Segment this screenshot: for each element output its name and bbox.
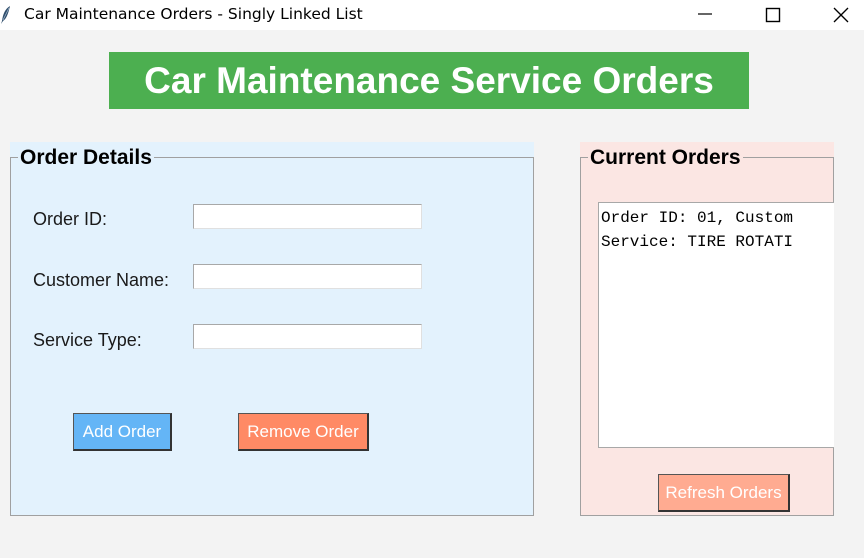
service-type-input[interactable]: [193, 324, 422, 349]
order-id-label: Order ID:: [33, 209, 108, 229]
close-button[interactable]: [818, 0, 864, 30]
current-orders-panel: Current Orders Order ID: 01, Custom Servi…: [580, 142, 834, 516]
order-line: Service: TIRE ROTATI: [601, 233, 794, 251]
window-title: Car Maintenance Orders - Singly Linked L…: [24, 5, 363, 23]
remove-order-button[interactable]: Remove Order: [238, 413, 369, 451]
feather-icon: [0, 5, 14, 25]
order-line: Order ID: 01, Custom: [601, 209, 794, 227]
minimize-icon: [698, 13, 712, 15]
customer-name-input[interactable]: [193, 264, 422, 289]
refresh-orders-button[interactable]: Refresh Orders: [658, 474, 790, 512]
order-details-panel: Order Details Order ID: Customer Name: S…: [10, 142, 534, 516]
maximize-button[interactable]: [750, 0, 796, 30]
order-details-legend: Order Details: [18, 146, 154, 170]
maximize-icon: [765, 7, 781, 23]
window-content: Car Maintenance Service Orders Order Det…: [0, 30, 864, 558]
minimize-button[interactable]: [682, 0, 728, 30]
add-order-button[interactable]: Add Order: [73, 413, 172, 451]
customer-name-label: Customer Name:: [33, 270, 170, 290]
service-type-label: Service Type:: [33, 330, 142, 350]
close-icon: [833, 7, 849, 23]
current-orders-legend: Current Orders: [588, 146, 743, 170]
page-title-banner: Car Maintenance Service Orders: [109, 52, 749, 109]
orders-text-area[interactable]: Order ID: 01, Custom Service: TIRE ROTATI: [598, 202, 834, 448]
order-id-input[interactable]: [193, 204, 422, 229]
title-bar: Car Maintenance Orders - Singly Linked L…: [0, 0, 864, 30]
